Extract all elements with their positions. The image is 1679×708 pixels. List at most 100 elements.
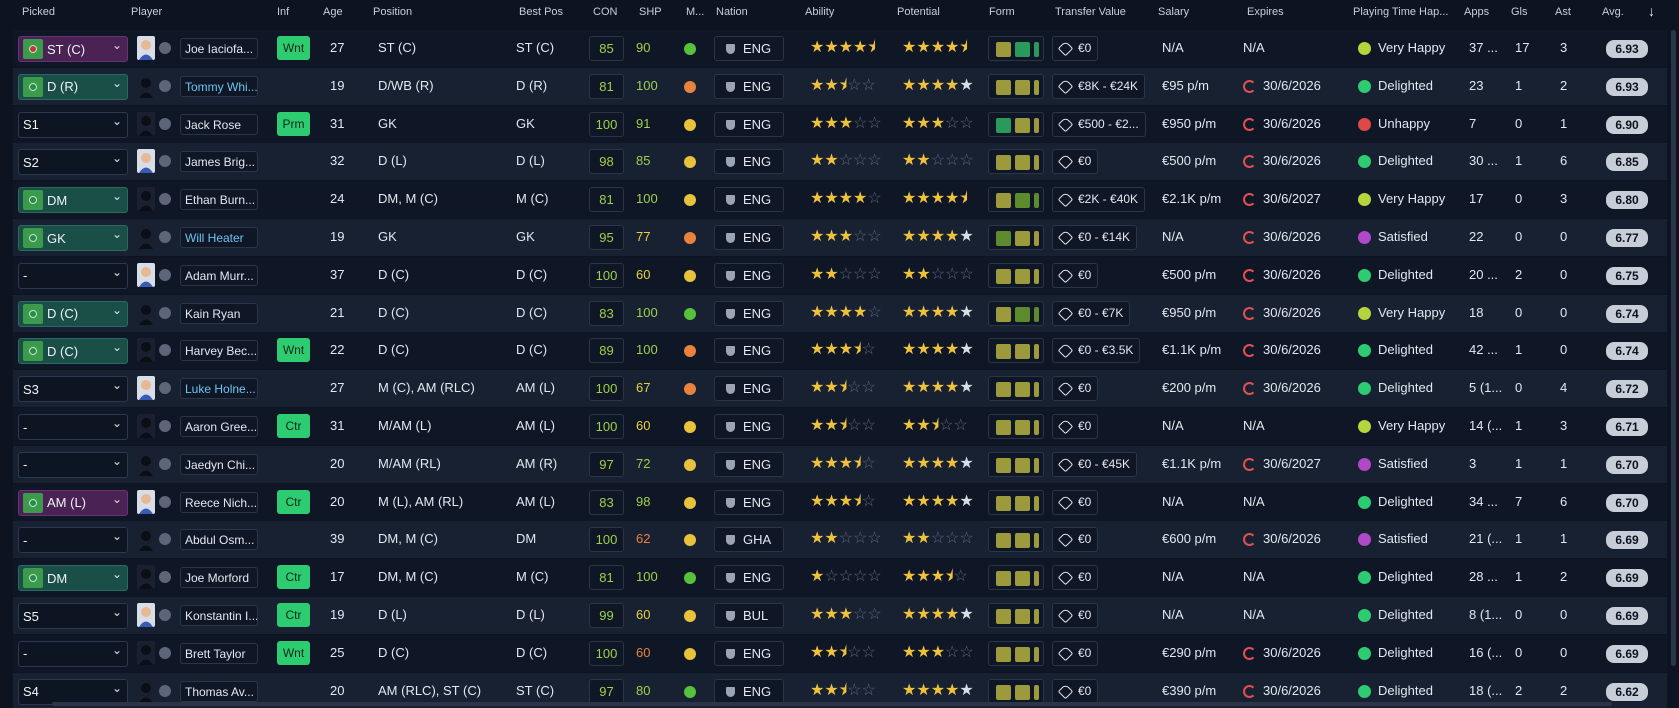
nation-badge[interactable]: ENG xyxy=(714,111,784,137)
table-row[interactable]: S1 ⌄ Jack Rose Prm 31 GK GK 100 91 ENG ★★★☆☆ ★★★☆☆ €… xyxy=(13,105,1667,143)
col-form[interactable]: Form xyxy=(989,6,1015,18)
transfer-value-badge[interactable]: €0 xyxy=(1052,603,1099,628)
nation-badge[interactable]: ENG xyxy=(714,36,784,61)
table-row[interactable]: D (R) ⌄ Tommy Whi... 19 D/WB (R) D (R) 81 100 EN… xyxy=(13,67,1667,105)
nation-badge[interactable]: ENG xyxy=(714,565,784,591)
player-name[interactable]: Adam Murr... xyxy=(180,264,258,286)
player-name[interactable]: Kain Ryan xyxy=(180,302,258,324)
picked-select[interactable]: - ⌄ xyxy=(18,414,128,440)
transfer-value-badge[interactable]: €0 xyxy=(1052,640,1099,666)
player-name[interactable]: Thomas Av... xyxy=(180,680,258,702)
nation-badge[interactable]: BUL xyxy=(714,603,784,628)
picked-select[interactable]: AM (L) ⌄ xyxy=(18,489,128,516)
nation-badge[interactable]: ENG xyxy=(714,300,784,326)
player-name[interactable]: Joe Morford xyxy=(180,567,258,589)
col-shp[interactable]: SHP xyxy=(639,6,662,18)
transfer-value-badge[interactable]: €0 - €7K xyxy=(1052,300,1131,326)
col-age[interactable]: Age xyxy=(323,6,343,18)
picked-select[interactable]: - ⌄ xyxy=(18,640,128,667)
vertical-scrollbar[interactable] xyxy=(1671,30,1676,666)
picked-select[interactable]: S3 ⌄ xyxy=(18,376,128,403)
col-player[interactable]: Player xyxy=(131,6,162,18)
transfer-value-badge[interactable]: €2K - €40K xyxy=(1052,187,1146,213)
col-ast[interactable]: Ast xyxy=(1555,6,1571,18)
picked-select[interactable]: S4 ⌄ xyxy=(18,678,128,705)
col-picked[interactable]: Picked xyxy=(22,6,55,18)
player-name[interactable]: Brett Taylor xyxy=(180,642,258,664)
transfer-value-badge[interactable]: €0 xyxy=(1052,262,1099,288)
nation-badge[interactable]: ENG xyxy=(714,640,784,666)
table-row[interactable]: DM ⌄ Ethan Burn... 24 DM, M (C) M (C) 81 100 ENG… xyxy=(13,181,1667,219)
nation-badge[interactable]: ENG xyxy=(714,451,784,477)
nation-badge[interactable]: ENG xyxy=(714,338,784,364)
table-row[interactable]: D (C) ⌄ Kain Ryan 21 D (C) D (C) 83 100 ENG ★★★★☆… xyxy=(13,294,1667,332)
player-name[interactable]: Joe Iaciofa... xyxy=(180,38,258,59)
picked-select[interactable]: GK ⌄ xyxy=(18,225,128,251)
nation-badge[interactable]: ENG xyxy=(714,376,784,402)
transfer-value-badge[interactable]: €0 xyxy=(1052,678,1099,704)
nation-badge[interactable]: GHA xyxy=(714,527,784,553)
picked-select[interactable]: D (C) ⌄ xyxy=(18,300,128,327)
player-name[interactable]: Jack Rose xyxy=(180,113,258,135)
sort-arrow-icon[interactable]: ↓ xyxy=(1648,3,1655,19)
col-inf[interactable]: Inf xyxy=(277,6,289,18)
col-gls[interactable]: Gls xyxy=(1511,6,1528,18)
table-row[interactable]: GK ⌄ Will Heater 19 GK GK 95 77 ENG ★★★☆☆ ★★★★★ €0 … xyxy=(13,219,1667,256)
picked-select[interactable]: S5 ⌄ xyxy=(18,603,128,629)
transfer-value-badge[interactable]: €500 - €2... xyxy=(1052,111,1146,137)
col-best-pos[interactable]: Best Pos xyxy=(519,6,563,18)
picked-select[interactable]: DM ⌄ xyxy=(18,187,128,214)
table-row[interactable]: ST (C) ⌄ Joe Iaciofa... Wnt 27 ST (C) ST (C) 85… xyxy=(13,30,1667,67)
col-transfer-value[interactable]: Transfer Value xyxy=(1055,6,1126,18)
transfer-value-badge[interactable]: €8K - €24K xyxy=(1052,73,1146,99)
player-name[interactable]: Tommy Whi... xyxy=(180,75,258,97)
nation-badge[interactable]: ENG xyxy=(714,149,784,175)
col-apps[interactable]: Apps xyxy=(1464,6,1489,18)
col-nation[interactable]: Nation xyxy=(716,6,748,18)
transfer-value-badge[interactable]: €0 xyxy=(1052,527,1099,553)
picked-select[interactable]: D (R) ⌄ xyxy=(18,73,128,100)
nation-badge[interactable]: ENG xyxy=(714,262,784,288)
col-ability[interactable]: Ability xyxy=(805,6,834,18)
player-name[interactable]: James Brig... xyxy=(180,151,258,173)
transfer-value-badge[interactable]: €0 - €45K xyxy=(1052,451,1138,477)
nation-badge[interactable]: ENG xyxy=(714,678,784,704)
col-potential[interactable]: Potential xyxy=(897,6,940,18)
picked-select[interactable]: D (C) ⌄ xyxy=(18,338,128,365)
col-expires[interactable]: Expires xyxy=(1247,6,1284,18)
transfer-value-badge[interactable]: €0 - €14K xyxy=(1052,225,1138,250)
picked-select[interactable]: S2 ⌄ xyxy=(18,149,128,176)
player-name[interactable]: Aaron Gree... xyxy=(180,416,258,437)
player-name[interactable]: Abdul Osm... xyxy=(180,529,258,551)
picked-select[interactable]: DM ⌄ xyxy=(18,565,128,592)
table-row[interactable]: - ⌄ Jaedyn Chi... 20 M/AM (RL) AM (R) 97 72 ENG ★… xyxy=(13,445,1667,483)
col-position[interactable]: Position xyxy=(373,6,412,18)
transfer-value-badge[interactable]: €0 xyxy=(1052,489,1099,515)
transfer-value-badge[interactable]: €0 xyxy=(1052,414,1099,439)
picked-select[interactable]: - ⌄ xyxy=(18,527,128,554)
col-avg[interactable]: Avg. xyxy=(1602,6,1624,18)
col-con[interactable]: CON xyxy=(593,6,617,18)
table-row[interactable]: S3 ⌄ Luke Holne... 27 M (C), AM (RLC) AM (L) 1… xyxy=(13,370,1667,408)
picked-select[interactable]: ST (C) ⌄ xyxy=(18,36,128,62)
col-salary[interactable]: Salary xyxy=(1158,6,1189,18)
nation-badge[interactable]: ENG xyxy=(714,225,784,250)
player-name[interactable]: Will Heater xyxy=(180,227,258,248)
horizontal-scrollbar[interactable] xyxy=(52,702,1612,706)
player-name[interactable]: Ethan Burn... xyxy=(180,189,258,211)
transfer-value-badge[interactable]: €0 xyxy=(1052,565,1099,591)
table-row[interactable]: DM ⌄ Joe Morford Ctr 17 DM, M (C) M (C) 81 100 EN… xyxy=(13,559,1667,597)
transfer-value-badge[interactable]: €0 - €3.5K xyxy=(1052,338,1141,364)
table-row[interactable]: - ⌄ Aaron Gree... Ctr 31 M/AM (L) AM (L) 100 60 E… xyxy=(13,408,1667,445)
nation-badge[interactable]: ENG xyxy=(714,73,784,99)
player-name[interactable]: Jaedyn Chi... xyxy=(180,453,258,475)
table-row[interactable]: - ⌄ Brett Taylor Wnt 25 D (C) D (C) 100 60 ENG ★★⯨… xyxy=(13,634,1667,672)
transfer-value-badge[interactable]: €0 xyxy=(1052,36,1099,61)
table-row[interactable]: AM (L) ⌄ Reece Nich... Ctr 20 M (L), AM (RL) A… xyxy=(13,483,1667,521)
table-row[interactable]: - ⌄ Abdul Osm... 39 DM, M (C) DM 100 62 GHA ★★☆☆☆… xyxy=(13,521,1667,559)
table-row[interactable]: - ⌄ Adam Murr... 37 D (C) D (C) 100 60 ENG ★★☆☆☆ ★… xyxy=(13,256,1667,294)
table-row[interactable]: S5 ⌄ Konstantin I... Ctr 19 D (L) D (L) 99 60 BUL… xyxy=(13,597,1667,634)
table-row[interactable]: S2 ⌄ James Brig... 32 D (L) D (L) 98 85 ENG ★★☆☆☆… xyxy=(13,143,1667,181)
table-row[interactable]: D (C) ⌄ Harvey Bec... Wnt 22 D (C) D (C) 89 100 E… xyxy=(13,332,1667,370)
player-name[interactable]: Luke Holne... xyxy=(180,378,258,400)
